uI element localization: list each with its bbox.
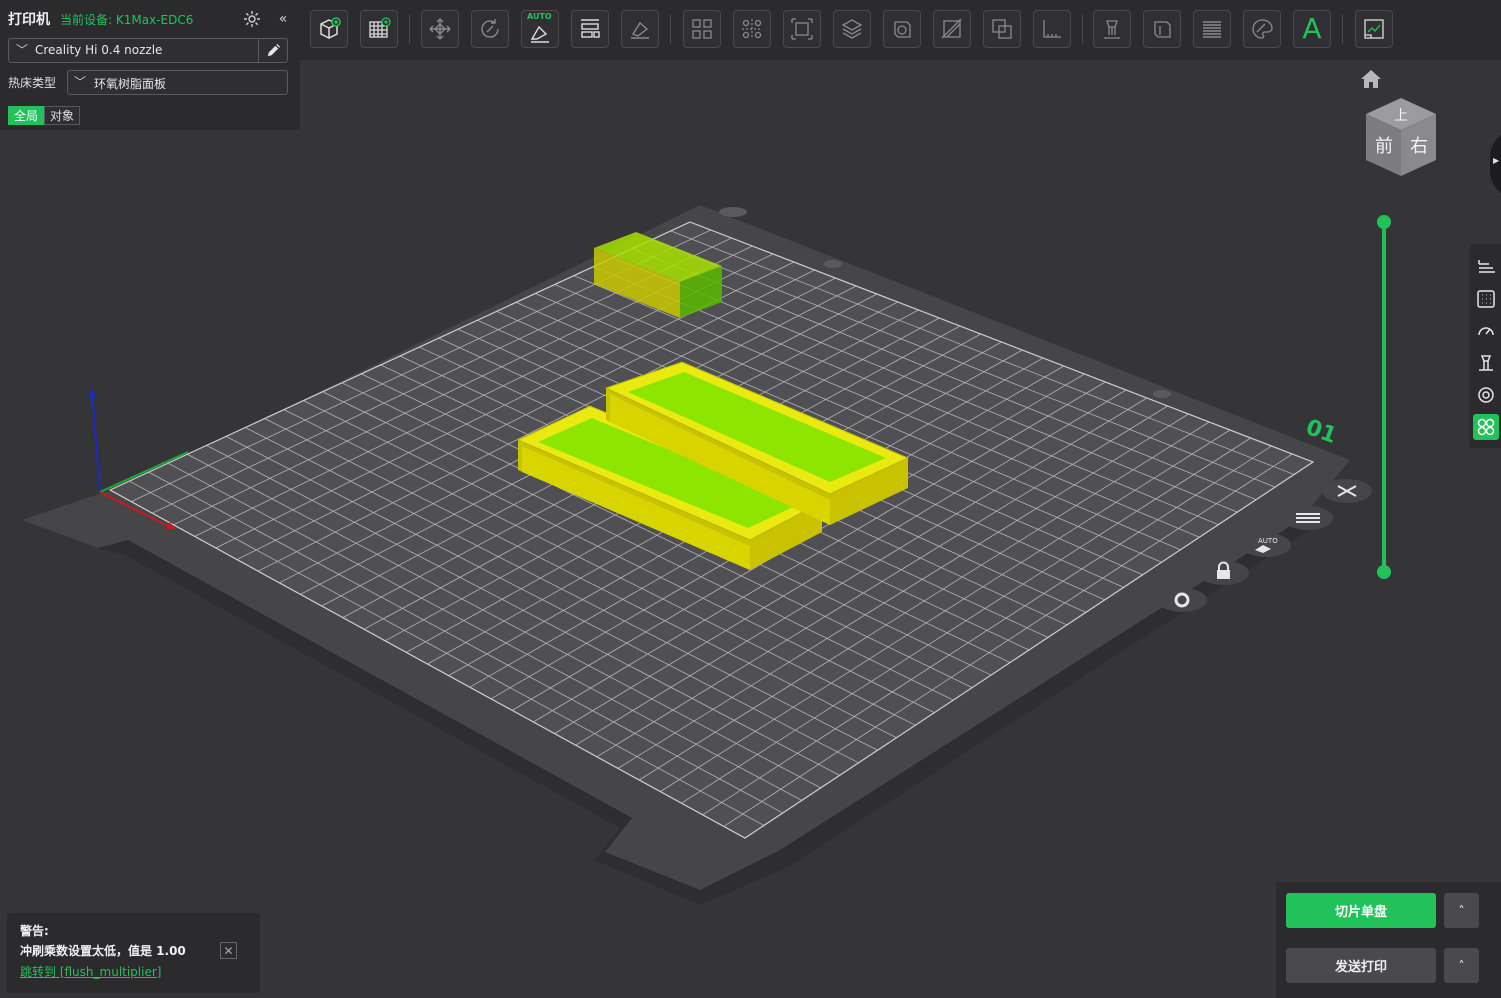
plate-gear-icon[interactable] [1157,588,1207,612]
view-cube[interactable]: 上 前 右 [1362,96,1440,178]
scale-icon[interactable] [783,10,821,48]
assemble-icon[interactable] [1355,10,1393,48]
speed-icon[interactable] [1473,318,1499,344]
split-objects-icon[interactable] [683,10,721,48]
plate-grid-icon[interactable] [1473,286,1499,312]
warning-jump-link[interactable]: 跳转到 [flush_multiplier] [20,963,161,980]
slice-plate-button[interactable]: 切片单盘 [1286,893,1436,928]
close-icon[interactable]: ✕ [220,942,237,959]
auto-badge: AUTO [527,12,552,21]
nozzle-value: Creality Hi 0.4 nozzle [35,43,163,57]
layers-icon[interactable] [1473,254,1499,280]
close-plate-icon[interactable] [1322,479,1372,503]
support-icon[interactable] [1473,350,1499,376]
warning-title: 警告: [20,924,49,938]
toolbar-divider [1342,14,1343,44]
seam-paint-icon[interactable] [1143,10,1181,48]
lay-on-face-icon[interactable] [621,10,659,48]
slice-options-chevron-up-icon[interactable]: ˄ [1444,893,1479,928]
auto-orient-icon[interactable]: AUTO [521,10,559,48]
svg-text:AUTO: AUTO [1258,537,1278,545]
print-options-chevron-up-icon[interactable]: ˄ [1444,948,1479,983]
arrange-icon[interactable] [571,10,609,48]
seam-icon[interactable] [1473,382,1499,408]
split-parts-icon[interactable] [733,10,771,48]
toolbar-divider [1082,14,1083,44]
add-object-icon[interactable] [310,10,348,48]
printer-title: 打印机 [8,12,50,28]
toolbar-divider [670,14,671,44]
warning-message: 冲刷乘数设置太低，值是 1.00 [20,944,186,958]
rotate-icon[interactable] [471,10,509,48]
view-cube-top: 上 [1394,108,1408,124]
hollow-icon[interactable] [883,10,921,48]
layer-view-icon[interactable] [833,10,871,48]
printer-header: 打印机 当前设备: K1Max-EDC6 [8,10,193,28]
objects-icon[interactable] [1473,414,1499,440]
layer-slider-top-handle[interactable] [1377,215,1391,229]
color-paint-icon[interactable] [1243,10,1281,48]
warning-notice: 警告: 冲刷乘数设置太低，值是 1.00 跳转到 [flush_multipli… [7,913,260,993]
toolbar-divider [409,14,410,44]
z-axis [91,391,101,493]
view-cube-front: 前 [1375,136,1393,157]
plate-settings-list-icon[interactable] [1283,506,1333,530]
boolean-icon[interactable] [983,10,1021,48]
3d-viewport[interactable]: 01 AUTO [0,60,1501,998]
measure-icon[interactable] [1033,10,1071,48]
right-toolbar [1469,244,1501,448]
text-icon[interactable]: A [1293,10,1331,48]
edit-printer-icon[interactable] [258,39,287,62]
lock-plate-icon[interactable] [1199,561,1249,585]
layer-slider[interactable] [1382,222,1386,572]
plate-grid-icon[interactable] [360,10,398,48]
current-device[interactable]: 当前设备: K1Max-EDC6 [60,11,193,28]
collapse-panel-icon[interactable]: « [274,9,292,29]
auto-arrange-plate-icon[interactable]: AUTO [1241,533,1291,557]
view-cube-right: 右 [1410,136,1428,157]
printer-settings-gear-icon[interactable] [242,9,262,29]
cut-icon[interactable] [933,10,971,48]
move-icon[interactable] [421,10,459,48]
layer-slider-bottom-handle[interactable] [1377,565,1391,579]
send-print-button[interactable]: 发送打印 [1286,948,1436,983]
action-panel: 切片单盘 ˄ 发送打印 ˄ [1276,882,1501,998]
support-paint-icon[interactable] [1093,10,1131,48]
text-tool-glyph: A [1302,12,1322,45]
home-view-icon[interactable] [1359,68,1383,90]
chevron-down-icon: ﹀ [16,43,29,57]
variable-layer-icon[interactable] [1193,10,1231,48]
